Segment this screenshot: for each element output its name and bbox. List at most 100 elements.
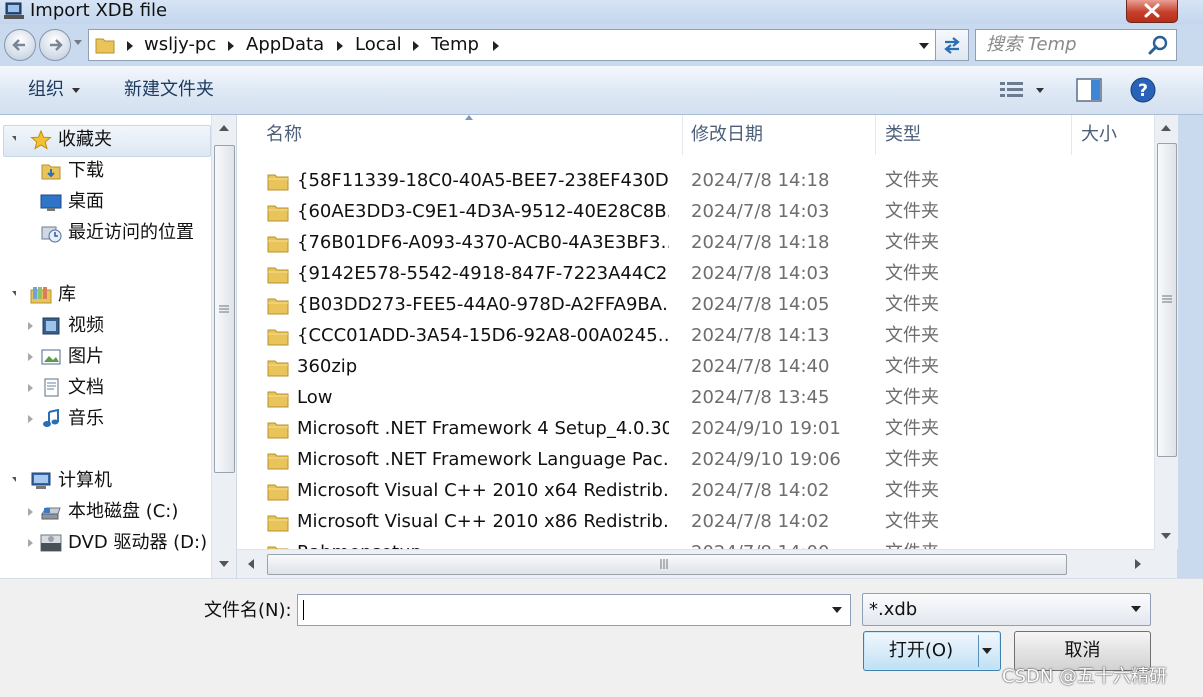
- breadcrumb-temp[interactable]: Temp: [431, 32, 479, 58]
- collapse-arrow-icon[interactable]: [28, 384, 33, 392]
- breadcrumb-separator[interactable]: [337, 41, 343, 51]
- file-row[interactable]: Microsoft Visual C++ 2010 x86 Redistrib……: [237, 506, 1152, 537]
- folder-icon: [267, 360, 289, 377]
- preview-pane-icon[interactable]: [1076, 78, 1102, 102]
- file-list-vertical-scrollbar[interactable]: [1154, 115, 1178, 549]
- expand-arrow-icon[interactable]: [12, 136, 16, 141]
- scroll-down-arrow-icon[interactable]: [1161, 533, 1171, 539]
- breadcrumb-separator[interactable]: [493, 41, 499, 51]
- folder-icon: [267, 174, 289, 191]
- file-row[interactable]: Microsoft Visual C++ 2010 x64 Redistrib……: [237, 475, 1152, 506]
- file-row[interactable]: Low 2024/7/8 13:45 文件夹: [237, 382, 1152, 413]
- file-type: 文件夹: [885, 325, 939, 346]
- help-icon[interactable]: ?: [1130, 77, 1156, 103]
- column-header-size[interactable]: 大小: [1081, 115, 1117, 155]
- breadcrumb-separator[interactable]: [413, 41, 419, 51]
- scroll-right-arrow-icon[interactable]: [1135, 559, 1141, 569]
- horizontal-scrollbar-thumb[interactable]: [267, 554, 1067, 575]
- file-type: 文件夹: [885, 294, 939, 315]
- breadcrumb-wsljy-pc[interactable]: wsljy-pc: [144, 32, 216, 58]
- open-button[interactable]: 打开(O): [863, 631, 1001, 671]
- text-caret: [303, 600, 304, 620]
- search-box[interactable]: 搜索 Temp: [975, 29, 1177, 61]
- breadcrumb-local[interactable]: Local: [355, 32, 402, 58]
- expand-arrow-icon[interactable]: [12, 477, 16, 482]
- search-icon[interactable]: [1148, 34, 1170, 56]
- music-icon: [43, 409, 59, 427]
- file-row[interactable]: {CCC01ADD-3A54-15D6-92A8-00A0245… 2024/7/…: [237, 320, 1152, 351]
- breadcrumb-separator[interactable]: [228, 41, 234, 51]
- collapse-arrow-icon[interactable]: [28, 322, 33, 330]
- title-bar: Import XDB file: [0, 0, 1203, 24]
- file-row[interactable]: {76B01DF6-A093-4370-ACB0-4A3E3BF3… 2024/7…: [237, 227, 1152, 258]
- folder-icon: [267, 391, 289, 408]
- scroll-down-arrow-icon[interactable]: [219, 561, 229, 567]
- nav-videos-label: 视频: [68, 315, 104, 336]
- open-options-dropdown[interactable]: [982, 648, 992, 654]
- file-row[interactable]: {60AE3DD3-C9E1-4D3A-9512-40E28C8B… 2024/7…: [237, 196, 1152, 227]
- nav-scrollbar[interactable]: [211, 115, 236, 578]
- nav-scrollbar-thumb[interactable]: [214, 145, 235, 473]
- view-options-icon[interactable]: [1000, 80, 1024, 100]
- breadcrumb-appdata[interactable]: AppData: [246, 32, 324, 58]
- file-name: Microsoft Visual C++ 2010 x64 Redistrib…: [297, 480, 669, 501]
- collapse-arrow-icon[interactable]: [28, 353, 33, 361]
- scroll-left-arrow-icon[interactable]: [248, 559, 254, 569]
- address-bar[interactable]: wsljy-pc AppData Local Temp: [88, 29, 936, 61]
- vertical-scrollbar-thumb[interactable]: [1157, 143, 1177, 457]
- expand-arrow-icon[interactable]: [12, 291, 16, 296]
- file-name: {9142E578-5542-4918-847F-7223A44C2…: [297, 263, 669, 284]
- column-header-type[interactable]: 类型: [885, 115, 921, 155]
- sort-ascending-icon: [465, 115, 473, 120]
- new-folder-button[interactable]: 新建文件夹: [124, 78, 214, 102]
- recent-pages-dropdown[interactable]: [74, 40, 82, 45]
- file-row[interactable]: 360zip 2024/7/8 14:40 文件夹: [237, 351, 1152, 382]
- nav-favorites-label: 收藏夹: [58, 129, 112, 150]
- forward-button[interactable]: [39, 29, 71, 61]
- breadcrumb-separator[interactable]: [127, 41, 133, 51]
- column-header-date[interactable]: 修改日期: [691, 115, 763, 155]
- file-name: {CCC01ADD-3A54-15D6-92A8-00A0245…: [297, 325, 669, 346]
- collapse-arrow-icon[interactable]: [28, 508, 33, 516]
- address-dropdown[interactable]: [919, 43, 929, 49]
- chevron-down-icon: [72, 87, 80, 93]
- column-divider[interactable]: [682, 115, 683, 155]
- open-button-label: 打开(O): [888, 640, 954, 661]
- file-row[interactable]: Microsoft .NET Framework Language Pac… 20…: [237, 444, 1152, 475]
- column-header-name[interactable]: 名称: [266, 115, 302, 155]
- back-button[interactable]: [4, 29, 36, 61]
- filename-history-dropdown[interactable]: [832, 607, 842, 613]
- nav-pictures-label: 图片: [68, 346, 104, 367]
- folder-icon: [267, 515, 289, 532]
- file-type: 文件夹: [885, 201, 939, 222]
- refresh-button[interactable]: [936, 29, 969, 61]
- file-type: 文件夹: [885, 418, 939, 439]
- scroll-up-arrow-icon[interactable]: [219, 125, 229, 131]
- file-row[interactable]: {58F11339-18C0-40A5-BEE7-238EF430D… 2024/…: [237, 165, 1152, 196]
- filetype-select[interactable]: *.xdb: [862, 593, 1151, 626]
- file-list-pane: 名称 修改日期 类型 大小 {58F11339-18C0-40A5-BEE7-2…: [237, 115, 1177, 578]
- column-divider[interactable]: [875, 115, 876, 155]
- file-date: 2024/7/8 14:05: [691, 294, 830, 315]
- collapse-arrow-icon[interactable]: [28, 415, 33, 423]
- file-name: Low: [297, 387, 333, 408]
- file-list-horizontal-scrollbar[interactable]: [237, 549, 1154, 579]
- grip-icon: [219, 305, 229, 313]
- file-row[interactable]: {B03DD273-FEE5-44A0-978D-A2FFA9BA… 2024/7…: [237, 289, 1152, 320]
- file-date: 2024/7/8 14:02: [691, 511, 830, 532]
- scroll-up-arrow-icon[interactable]: [1161, 125, 1171, 131]
- file-type: 文件夹: [885, 449, 939, 470]
- filename-input[interactable]: [297, 594, 851, 626]
- collapse-arrow-icon[interactable]: [28, 539, 33, 547]
- organize-button[interactable]: 组织: [28, 78, 80, 102]
- command-toolbar: 组织 新建文件夹 ?: [0, 66, 1203, 115]
- file-row[interactable]: {9142E578-5542-4918-847F-7223A44C2… 2024/…: [237, 258, 1152, 289]
- file-row[interactable]: Microsoft .NET Framework 4 Setup_4.0.30……: [237, 413, 1152, 444]
- close-button[interactable]: [1126, 0, 1178, 23]
- file-date: 2024/7/8 14:18: [691, 170, 830, 191]
- view-dropdown-arrow[interactable]: [1036, 88, 1044, 93]
- file-name: {B03DD273-FEE5-44A0-978D-A2FFA9BA…: [297, 294, 669, 315]
- nav-computer-label: 计算机: [58, 470, 112, 491]
- recent-places-icon: [41, 226, 62, 243]
- column-divider[interactable]: [1071, 115, 1072, 155]
